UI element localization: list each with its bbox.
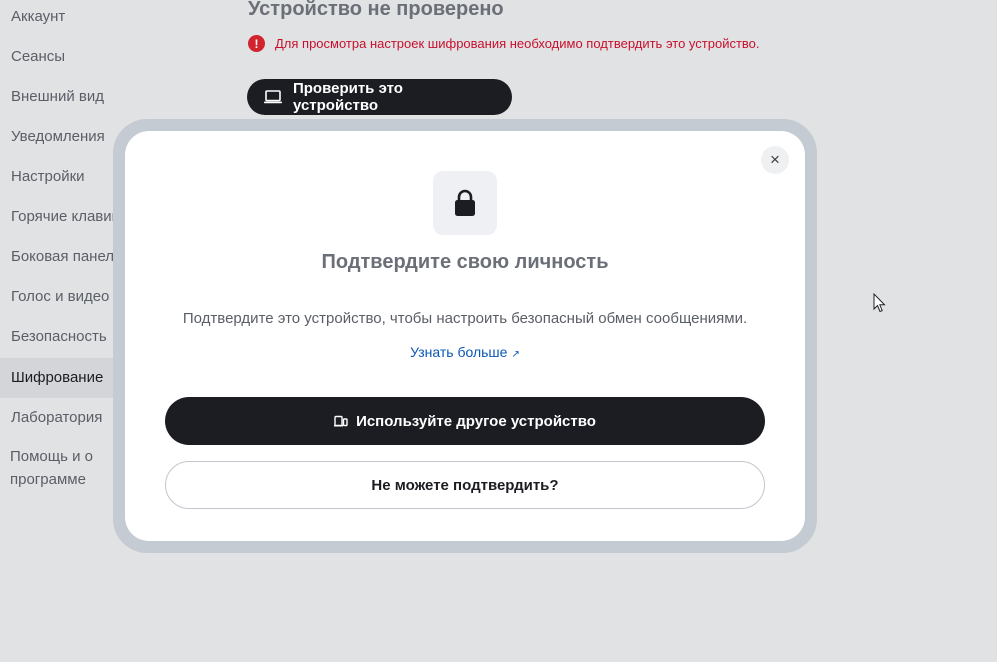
verify-identity-dialog: × Подтвердите свою личность Подтвердите … <box>125 131 805 541</box>
settings-sidebar: Аккаунт Сеансы Внешний вид Уведомления Н… <box>0 0 118 662</box>
cant-confirm-button[interactable]: Не можете подтвердить? <box>165 461 765 509</box>
laptop-icon <box>263 90 282 104</box>
error-icon: ! <box>248 35 265 52</box>
sidebar-item-labs[interactable]: Лаборатория <box>0 398 118 438</box>
sidebar-item-encryption[interactable]: Шифрование <box>0 358 118 398</box>
learn-more-label: Узнать больше <box>410 344 508 360</box>
warning-text: Для просмотра настроек шифрования необхо… <box>275 36 760 51</box>
sidebar-item-voice-video[interactable]: Голос и видео <box>0 277 118 317</box>
sidebar-item-sidebar[interactable]: Боковая панель <box>0 237 118 277</box>
mouse-cursor-icon <box>873 293 886 313</box>
sidebar-item-appearance[interactable]: Внешний вид <box>0 77 118 117</box>
devices-icon <box>334 415 348 427</box>
use-another-device-label: Используйте другое устройство <box>356 412 596 430</box>
dialog-title: Подтвердите свою личность <box>321 251 609 273</box>
warning-row: ! Для просмотра настроек шифрования необ… <box>248 35 760 52</box>
use-another-device-button[interactable]: Используйте другое устройство <box>165 397 765 445</box>
close-button[interactable]: × <box>761 146 789 174</box>
external-link-icon: ↗ <box>511 349 520 360</box>
sidebar-item-preferences[interactable]: Настройки <box>0 157 118 197</box>
learn-more-link[interactable]: Узнать больше ↗ <box>125 344 805 360</box>
sidebar-item-account[interactable]: Аккаунт <box>0 0 118 37</box>
cant-confirm-label: Не можете подтвердить? <box>371 476 559 494</box>
sidebar-item-help-about[interactable]: Помощь и о программе <box>0 445 105 493</box>
lock-icon-container <box>433 171 497 235</box>
dialog-description: Подтвердите это устройство, чтобы настро… <box>182 310 748 327</box>
sidebar-item-security[interactable]: Безопасность <box>0 317 118 357</box>
verify-device-button[interactable]: Проверить это устройство <box>247 79 512 115</box>
page-title: Устройство не проверено <box>248 0 504 20</box>
verify-device-label: Проверить это устройство <box>292 80 403 114</box>
sidebar-item-keyboard[interactable]: Горячие клавиши <box>0 197 118 237</box>
lock-icon <box>455 189 475 216</box>
sidebar-item-sessions[interactable]: Сеансы <box>0 37 118 77</box>
close-icon: × <box>770 150 780 169</box>
sidebar-item-notifications[interactable]: Уведомления <box>0 117 118 157</box>
